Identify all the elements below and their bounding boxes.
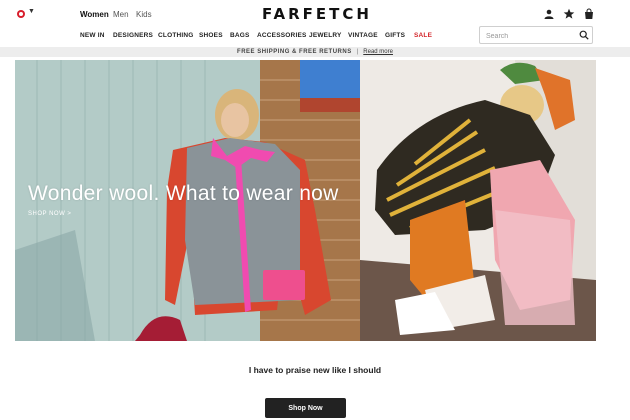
bag-icon[interactable] [583, 8, 595, 20]
nav-item-bags[interactable]: BAGS [230, 32, 250, 39]
gender-tab-kids[interactable]: Kids [136, 10, 152, 19]
hero-banner[interactable]: Wonder wool. What to wear now SHOP NOW > [15, 60, 596, 341]
tagline: I have to praise new like I should [248, 365, 382, 375]
hero-title: Wonder wool. What to wear now [28, 182, 339, 205]
account-icon[interactable] [543, 8, 555, 20]
nav-item-sale[interactable]: SALE [414, 32, 432, 39]
nav-item-gifts[interactable]: GIFTS [385, 32, 405, 39]
shop-now-button[interactable]: Shop Now [265, 398, 346, 418]
nav-item-clothing[interactable]: CLOTHING [158, 32, 194, 39]
nav-item-shoes[interactable]: SHOES [199, 32, 223, 39]
promo-separator: | [356, 49, 359, 55]
top-bar: ▼ Women Men Kids FARFETCH [0, 0, 630, 28]
hero-shop-now-link[interactable]: SHOP NOW > [28, 211, 71, 217]
promo-read-more-link[interactable]: Read more [363, 49, 393, 55]
nav-item-vintage[interactable]: VINTAGE [348, 32, 378, 39]
gender-tab-men[interactable]: Men [113, 10, 129, 19]
gender-tab-women[interactable]: Women [80, 10, 109, 19]
wishlist-star-icon[interactable] [563, 8, 575, 20]
farfetch-logo[interactable]: FARFETCH [262, 5, 369, 23]
flag-icon[interactable] [17, 10, 25, 18]
nav-item-accessories[interactable]: ACCESSORIES [257, 32, 307, 39]
search-box[interactable] [479, 26, 593, 44]
nav-item-designers[interactable]: DESIGNERS [113, 32, 153, 39]
promo-banner: FREE SHIPPING & FREE RETURNS | Read more [0, 47, 630, 57]
search-input[interactable] [484, 29, 578, 43]
promo-text: FREE SHIPPING & FREE RETURNS [237, 49, 352, 55]
nav-item-jewelry[interactable]: JEWELRY [309, 32, 342, 39]
search-icon[interactable] [579, 30, 589, 40]
nav-item-new-in[interactable]: NEW IN [80, 32, 105, 39]
chevron-down-icon[interactable]: ▼ [28, 8, 35, 15]
